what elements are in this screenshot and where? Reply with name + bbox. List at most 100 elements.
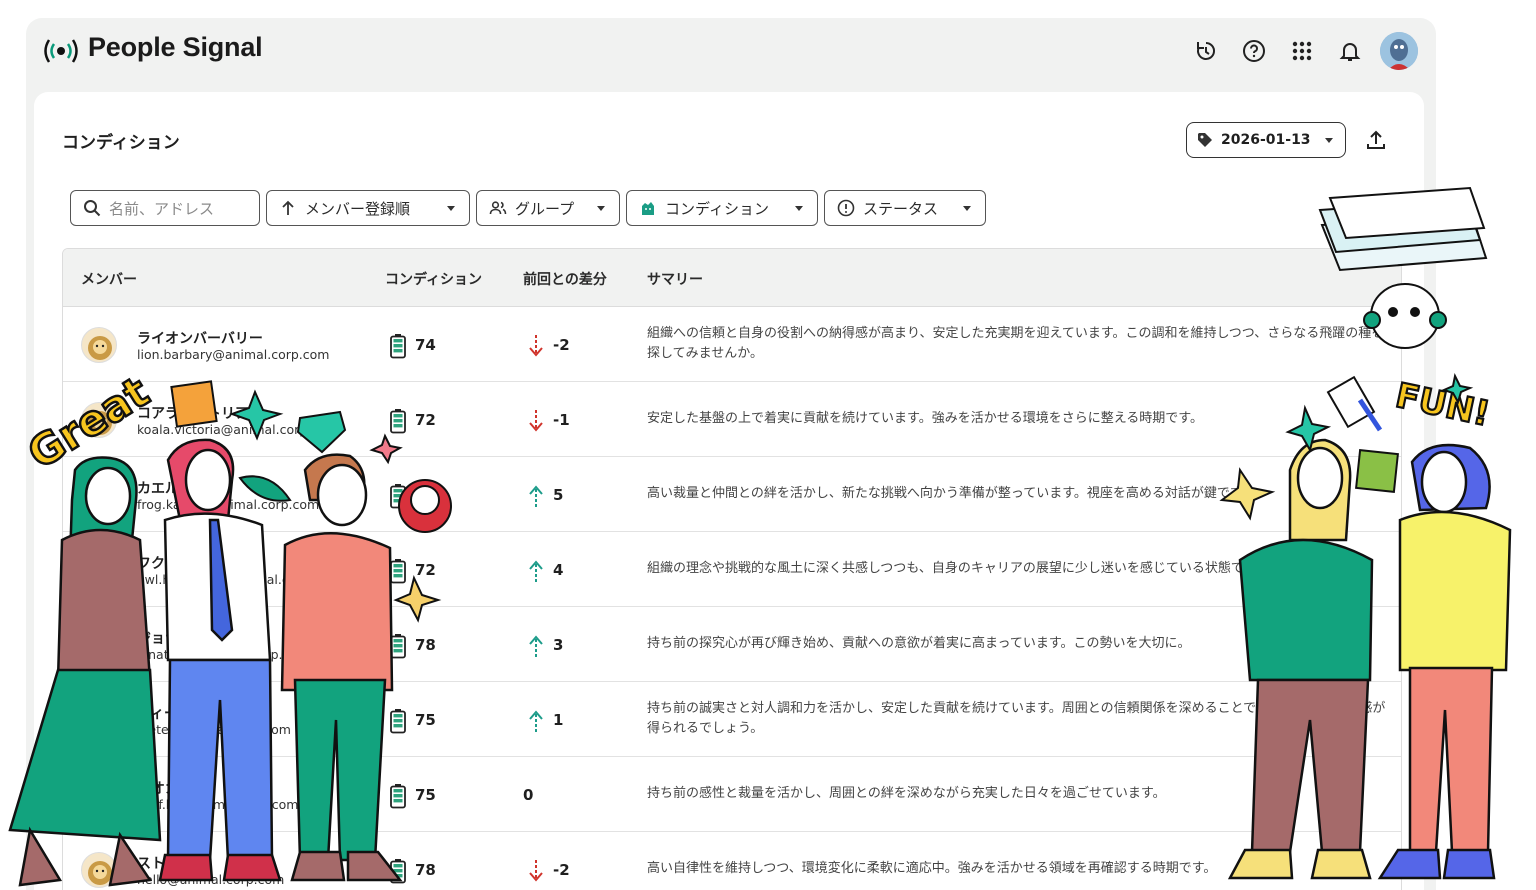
member-name[interactable]: フクロウハヤブサ: [137, 553, 249, 573]
table-row[interactable]: カエルカジカ frog.kajika@animal.corp.com 80 5 …: [63, 457, 1401, 532]
condition-diff: 5: [553, 486, 564, 504]
bell-icon[interactable]: [1326, 32, 1374, 70]
column-header-summary: サマリー: [647, 272, 703, 288]
battery-icon: [390, 859, 406, 884]
table-row[interactable]: ライオンバーバリー lion.barbary@animal.corp.com 7…: [63, 307, 1401, 382]
trend-down-icon: [529, 335, 543, 357]
condition-score: 78: [415, 636, 436, 654]
group-label: グループ: [515, 199, 575, 218]
sort-dropdown[interactable]: メンバー登録順: [266, 190, 470, 226]
avatar: [81, 402, 117, 438]
history-icon[interactable]: [1182, 32, 1230, 70]
member-name[interactable]: オオカミホ: [137, 778, 207, 798]
avatar: [81, 627, 117, 663]
avatar: [81, 327, 117, 363]
chevron-down-icon: [1324, 137, 1333, 143]
battery-icon: [390, 709, 406, 734]
member-email: dieter@animal.corp.com: [137, 722, 291, 737]
condition-diff: 0: [523, 786, 534, 804]
clear-filters-link[interactable]: クリア: [1336, 199, 1375, 218]
battery-icon: [390, 334, 406, 359]
member-email: lion.barbary@animal.corp.com: [137, 347, 330, 362]
condition-diff: 3: [553, 636, 564, 654]
avatar: [81, 777, 117, 813]
search-placeholder: 名前、アドレス: [109, 199, 215, 218]
condition-score: 72: [415, 561, 436, 579]
search-input[interactable]: 名前、アドレス: [70, 190, 260, 226]
trend-up-icon: [529, 635, 543, 657]
status-dropdown[interactable]: ステータス: [824, 190, 986, 226]
condition-mascot-icon: [642, 202, 654, 215]
member-email: jonathan@animal.corp.com: [137, 647, 310, 662]
group-icon: [489, 201, 507, 215]
trend-up-icon: [529, 485, 543, 507]
header-actions: [1182, 32, 1418, 70]
table-row[interactable]: ストラ hello@animal.corp.com 78 -2 高い自律性を維持…: [63, 832, 1401, 890]
battery-icon: [390, 784, 406, 809]
table-body: ライオンバーバリー lion.barbary@animal.corp.com 7…: [63, 307, 1401, 890]
group-dropdown[interactable]: グループ: [476, 190, 620, 226]
member-email: owl.hayabusa@animal.corp.com: [137, 572, 341, 587]
user-avatar[interactable]: [1380, 32, 1418, 70]
help-icon[interactable]: [1230, 32, 1278, 70]
summary-text: 高い裁量と仲間との絆を活かし、新たな挑戦へ向かう準備が整っています。視座を高める…: [647, 486, 1255, 501]
column-header-condition[interactable]: コンディション: [385, 269, 482, 289]
condition-diff: 4: [553, 561, 564, 579]
search-icon: [84, 200, 101, 217]
member-name[interactable]: コアラビクトリア: [137, 403, 249, 423]
condition-label: コンディション: [665, 199, 769, 218]
condition-diff: -1: [553, 411, 570, 429]
sort-label: メンバー登録順: [305, 199, 411, 218]
table-row[interactable]: ジョナサン jonathan@animal.corp.com 78 3 持ち前の…: [63, 607, 1401, 682]
condition-score: 74: [415, 336, 436, 354]
condition-diff: 1: [553, 711, 564, 729]
table-row[interactable]: ディーターパ dieter@animal.corp.com 75 1 持ち前の誠…: [63, 682, 1401, 757]
member-name[interactable]: ストラ: [137, 853, 179, 873]
condition-card: コンディション 2026-01-13 名前、アドレス メンバー登録順 グループ …: [34, 92, 1424, 890]
screen: People Signal コンディション 2026-01-13 名前、アドレス…: [0, 0, 1536, 890]
status-label: ステータス: [863, 199, 939, 218]
member-email: frog.kajika@animal.corp.com: [137, 497, 320, 512]
summary-text: 組織への信頼と自身の役割への納得感が高まり、安定した充実期を迎えています。この調…: [647, 326, 1385, 361]
condition-score: 75: [415, 786, 436, 804]
page-title: コンディション: [62, 133, 180, 153]
tag-icon: [1198, 133, 1212, 147]
arrow-up-icon: [282, 200, 294, 215]
app-window: People Signal コンディション 2026-01-13 名前、アドレス…: [26, 18, 1436, 890]
export-upload-icon[interactable]: [1364, 128, 1388, 152]
condition-diff: -2: [553, 336, 570, 354]
summary-text: 持ち前の誠実さと対人調和力を活かし、安定した貢献を続けています。周囲との信頼関係…: [647, 701, 1386, 736]
members-table: メンバー コンディション 前回との差分 サマリー ライオンバーバリー lion.…: [62, 248, 1402, 890]
chevron-down-icon: [795, 205, 803, 211]
member-name[interactable]: カエルカジカ: [137, 478, 221, 498]
summary-text: 安定した基盤の上で着実に貢献を続けています。強みを活かせる環境をさらに整える時期…: [647, 411, 1204, 426]
apps-grid-icon[interactable]: [1278, 32, 1326, 70]
table-row[interactable]: オオカミホ wolf.ho@animal.corp.com 75 0 持ち前の感…: [63, 757, 1401, 832]
avatar: [81, 852, 117, 888]
summary-text: 持ち前の探究心が再び輝き始め、貢献への意欲が着実に高まっています。この勢いを大切…: [647, 636, 1191, 651]
app-title: People Signal: [88, 32, 263, 62]
table-row[interactable]: コアラビクトリア koala.victoria@animal.corp.com …: [63, 382, 1401, 457]
battery-icon: [390, 409, 406, 434]
avatar: [81, 477, 117, 513]
date-filter-value: 2026-01-13: [1221, 132, 1311, 148]
date-filter-dropdown[interactable]: 2026-01-13: [1186, 122, 1346, 158]
condition-score: 75: [415, 711, 436, 729]
avatar: [81, 702, 117, 738]
trend-down-icon: [529, 860, 543, 882]
condition-dropdown[interactable]: コンディション: [626, 190, 818, 226]
table-header: メンバー コンディション 前回との差分 サマリー: [63, 249, 1401, 307]
member-name[interactable]: ジョナサン: [137, 628, 207, 648]
table-row[interactable]: フクロウハヤブサ owl.hayabusa@animal.corp.com 72…: [63, 532, 1401, 607]
column-header-member[interactable]: メンバー: [81, 269, 137, 289]
chevron-down-icon: [597, 205, 605, 211]
signal-logo-icon: [44, 39, 78, 63]
member-name[interactable]: ライオンバーバリー: [137, 328, 263, 348]
condition-diff: -2: [553, 861, 570, 879]
member-name[interactable]: ディーターパ: [137, 703, 220, 723]
battery-icon: [390, 634, 406, 659]
trend-up-icon: [529, 710, 543, 732]
summary-text: 高い自律性を維持しつつ、環境変化に柔軟に適応中。強みを活かせる領域を再確認する時…: [647, 861, 1217, 876]
summary-text: 組織の理念や挑戦的な風土に深く共感しつつも、自身のキャリアの展望に少し迷いを感じ…: [647, 561, 1269, 576]
column-header-diff[interactable]: 前回との差分: [523, 269, 607, 289]
